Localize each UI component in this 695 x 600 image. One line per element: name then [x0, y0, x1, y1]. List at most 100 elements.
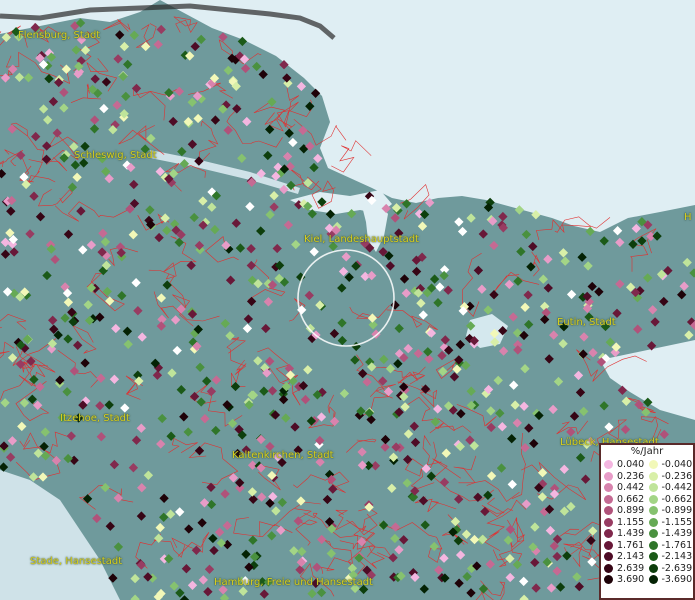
measurement-point[interactable] — [509, 380, 519, 390]
measurement-point[interactable] — [277, 497, 287, 508]
measurement-point[interactable] — [577, 252, 587, 262]
measurement-point[interactable] — [179, 412, 189, 422]
measurement-point[interactable] — [378, 520, 389, 530]
measurement-point[interactable] — [439, 553, 449, 563]
measurement-point[interactable] — [130, 573, 140, 584]
measurement-point[interactable] — [211, 425, 221, 436]
measurement-point[interactable] — [304, 290, 314, 301]
measurement-point[interactable] — [413, 348, 423, 359]
measurement-point[interactable] — [253, 356, 263, 366]
measurement-point[interactable] — [520, 302, 530, 312]
measurement-point[interactable] — [621, 396, 631, 406]
measurement-point[interactable] — [206, 499, 217, 510]
measurement-point[interactable] — [512, 559, 523, 570]
measurement-point[interactable] — [380, 434, 391, 445]
measurement-point[interactable] — [245, 201, 255, 212]
measurement-point[interactable] — [76, 206, 86, 216]
measurement-point[interactable] — [240, 63, 251, 74]
measurement-point[interactable] — [31, 131, 41, 142]
measurement-point[interactable] — [580, 474, 591, 484]
map-canvas[interactable] — [0, 0, 695, 600]
measurement-point[interactable] — [307, 588, 317, 599]
measurement-point[interactable] — [583, 261, 593, 271]
measurement-point[interactable] — [454, 217, 464, 227]
measurement-point[interactable] — [129, 179, 139, 190]
measurement-point[interactable] — [433, 298, 443, 308]
measurement-point[interactable] — [195, 362, 205, 372]
measurement-point[interactable] — [453, 536, 464, 546]
measurement-point[interactable] — [241, 549, 251, 559]
measurement-point[interactable] — [507, 434, 517, 444]
measurement-point[interactable] — [181, 564, 192, 574]
measurement-point[interactable] — [141, 41, 151, 52]
measurement-point[interactable] — [156, 24, 166, 35]
measurement-point[interactable] — [237, 153, 247, 163]
measurement-point[interactable] — [328, 484, 338, 494]
measurement-point[interactable] — [558, 339, 568, 349]
measurement-point[interactable] — [210, 115, 221, 125]
measurement-point[interactable] — [101, 77, 112, 87]
measurement-point[interactable] — [529, 438, 539, 449]
measurement-point[interactable] — [305, 101, 315, 111]
measurement-point[interactable] — [689, 268, 695, 278]
measurement-point[interactable] — [199, 498, 210, 508]
measurement-point[interactable] — [443, 285, 453, 295]
measurement-point[interactable] — [312, 562, 322, 572]
measurement-point[interactable] — [259, 589, 269, 599]
measurement-point[interactable] — [211, 375, 222, 385]
measurement-point[interactable] — [555, 582, 566, 592]
measurement-point[interactable] — [351, 341, 361, 352]
measurement-point[interactable] — [394, 323, 404, 334]
measurement-point[interactable] — [530, 557, 540, 568]
measurement-point[interactable] — [95, 312, 105, 322]
measurement-point[interactable] — [131, 435, 142, 445]
measurement-point[interactable] — [530, 522, 540, 532]
measurement-point[interactable] — [510, 400, 520, 410]
measurement-point[interactable] — [478, 584, 489, 594]
measurement-point[interactable] — [43, 115, 53, 125]
measurement-point[interactable] — [63, 334, 73, 344]
measurement-point[interactable] — [113, 542, 124, 552]
measurement-point[interactable] — [191, 545, 202, 555]
measurement-point[interactable] — [420, 520, 430, 530]
measurement-point[interactable] — [72, 172, 82, 182]
measurement-point[interactable] — [424, 354, 434, 364]
measurement-point[interactable] — [682, 257, 692, 268]
measurement-point[interactable] — [109, 374, 120, 384]
measurement-point[interactable] — [232, 104, 242, 114]
measurement-point[interactable] — [128, 230, 138, 240]
measurement-point[interactable] — [326, 548, 336, 559]
measurement-point[interactable] — [508, 312, 518, 322]
measurement-point[interactable] — [329, 416, 340, 427]
measurement-point[interactable] — [225, 275, 236, 285]
measurement-point[interactable] — [450, 516, 461, 527]
measurement-point[interactable] — [220, 489, 230, 499]
measurement-point[interactable] — [387, 483, 397, 493]
measurement-point[interactable] — [16, 150, 26, 160]
measurement-point[interactable] — [96, 432, 106, 442]
measurement-point[interactable] — [441, 448, 451, 458]
measurement-point[interactable] — [469, 534, 480, 545]
measurement-point[interactable] — [83, 300, 93, 310]
measurement-point[interactable] — [338, 266, 349, 277]
measurement-point[interactable] — [120, 403, 130, 413]
measurement-point[interactable] — [541, 307, 551, 318]
measurement-point[interactable] — [143, 470, 154, 480]
measurement-point[interactable] — [190, 41, 200, 52]
measurement-point[interactable] — [102, 286, 112, 297]
measurement-point[interactable] — [385, 261, 395, 271]
measurement-point[interactable] — [399, 274, 410, 284]
measurement-point[interactable] — [198, 196, 208, 206]
measurement-point[interactable] — [540, 314, 550, 325]
measurement-point[interactable] — [172, 345, 182, 356]
measurement-point[interactable] — [313, 153, 323, 164]
measurement-point[interactable] — [105, 521, 115, 531]
measurement-point[interactable] — [113, 54, 123, 64]
measurement-point[interactable] — [575, 453, 586, 463]
measurement-point[interactable] — [429, 541, 439, 552]
measurement-point[interactable] — [337, 318, 347, 328]
measurement-point[interactable] — [628, 239, 638, 249]
measurement-point[interactable] — [137, 332, 147, 342]
measurement-point[interactable] — [189, 212, 199, 223]
measurement-point[interactable] — [175, 588, 185, 598]
